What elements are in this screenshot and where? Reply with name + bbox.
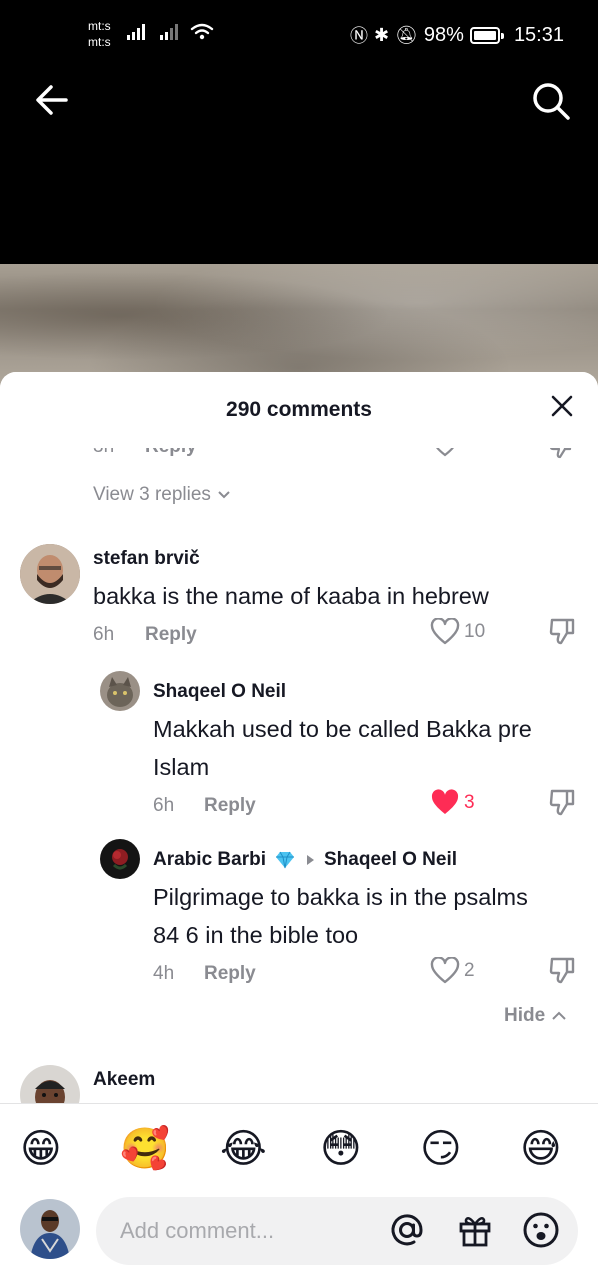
reply-button[interactable]: Reply — [204, 795, 256, 817]
bluetooth-icon: ✱ — [373, 24, 390, 45]
caret-right-icon — [306, 855, 314, 865]
carrier-1: mt:s — [88, 19, 111, 33]
reply-text-line-1: Makkah used to be called Bakka pre — [153, 716, 532, 742]
like-count: 2 — [464, 960, 475, 981]
hide-label: Hide — [504, 1005, 546, 1026]
close-icon[interactable] — [548, 392, 576, 420]
add-comment-input[interactable]: Add comment... — [96, 1197, 578, 1265]
signal-strength-2-icon — [160, 24, 178, 40]
like-button[interactable]: 10 — [430, 618, 485, 646]
reply-button[interactable]: Reply — [145, 624, 197, 646]
clock: 15:31 — [513, 23, 564, 46]
comment-composer-bar: 😁 🥰 😂 😳 😏 😅 Add comment... — [0, 1104, 598, 1280]
view-replies-button[interactable]: View 3 replies — [93, 484, 231, 506]
reply-author-line: Arabic Barbi Shaqeel O Neil — [153, 849, 457, 871]
reply-author[interactable]: Shaqeel O Neil — [153, 681, 286, 703]
like-button[interactable]: 3 — [430, 789, 475, 817]
emoji-picker-icon[interactable] — [522, 1211, 560, 1249]
avatar[interactable] — [100, 671, 140, 711]
battery-percent: 98% — [423, 23, 464, 46]
comment-author[interactable]: stefan brvič — [93, 548, 200, 570]
reply-button[interactable]: Reply — [204, 963, 256, 985]
like-button[interactable]: 2 — [430, 957, 475, 985]
reply-text-line-2: Islam — [153, 754, 210, 780]
battery-icon — [469, 26, 504, 44]
status-bar: mt:s mt:s Ⓝ ✱ 🔕︎ 98% 15:31 — [0, 0, 598, 70]
emoji-grin-button[interactable]: 😁 — [20, 1124, 62, 1174]
diamond-icon — [275, 851, 294, 869]
dislike-icon[interactable] — [548, 956, 576, 986]
comment-count-title: 290 comments — [226, 398, 372, 421]
reply-text-line-2: 84 6 in the bible too — [153, 922, 359, 948]
gift-icon[interactable] — [456, 1211, 494, 1249]
emoji-sweat-smile-button[interactable]: 😅 — [520, 1124, 562, 1174]
comment-text: bakka is the name of kaaba in hebrew — [93, 583, 489, 609]
emoji-hearts-button[interactable]: 🥰 — [120, 1124, 170, 1174]
status-right: Ⓝ ✱ 🔕︎ 98% 15:31 — [350, 22, 564, 48]
carrier-labels: mt:s mt:s — [88, 18, 111, 50]
carrier-2: mt:s — [88, 35, 111, 49]
reply-to-user[interactable]: Shaqeel O Neil — [324, 849, 457, 871]
avatar[interactable] — [20, 544, 80, 604]
heart-outline-icon — [430, 618, 460, 645]
emoji-smirk-button[interactable]: 😏 — [420, 1124, 462, 1174]
heart-filled-icon — [431, 789, 459, 814]
mute-icon: 🔕︎ — [395, 24, 418, 45]
avatar[interactable] — [100, 839, 140, 879]
dislike-icon[interactable] — [548, 617, 576, 647]
like-count: 10 — [464, 621, 486, 642]
reply-text-line-1: Pilgrimage to bakka is in the psalms — [153, 884, 528, 910]
comment-author[interactable]: Akeem — [93, 1069, 155, 1091]
comment-time: 6h — [93, 624, 115, 645]
emoji-flushed-button[interactable]: 😳 — [320, 1124, 362, 1174]
back-arrow-icon[interactable] — [32, 80, 72, 120]
chevron-down-icon — [218, 491, 230, 499]
mention-icon[interactable] — [388, 1211, 426, 1249]
heart-outline-icon — [430, 957, 460, 984]
signal-strength-icon — [127, 24, 145, 40]
dislike-icon[interactable] — [548, 788, 576, 818]
like-count: 3 — [464, 792, 475, 813]
comments-header: 290 comments — [0, 372, 598, 448]
reply-time: 4h — [153, 963, 175, 984]
user-avatar[interactable] — [20, 1199, 80, 1259]
search-icon[interactable] — [530, 80, 572, 122]
hide-replies-button[interactable]: Hide — [504, 1005, 567, 1027]
reply-time: 6h — [153, 795, 175, 816]
wifi-icon — [190, 23, 214, 40]
emoji-joy-button[interactable]: 😂 — [220, 1124, 267, 1174]
chevron-up-icon — [552, 1011, 566, 1020]
view-replies-label: View 3 replies — [93, 484, 211, 505]
reply-author[interactable]: Arabic Barbi — [153, 849, 266, 871]
comments-sheet: 3h Reply 290 comments View 3 replies — [0, 372, 598, 1280]
nfc-icon: Ⓝ — [349, 26, 368, 46]
comment-placeholder: Add comment... — [120, 1218, 275, 1243]
